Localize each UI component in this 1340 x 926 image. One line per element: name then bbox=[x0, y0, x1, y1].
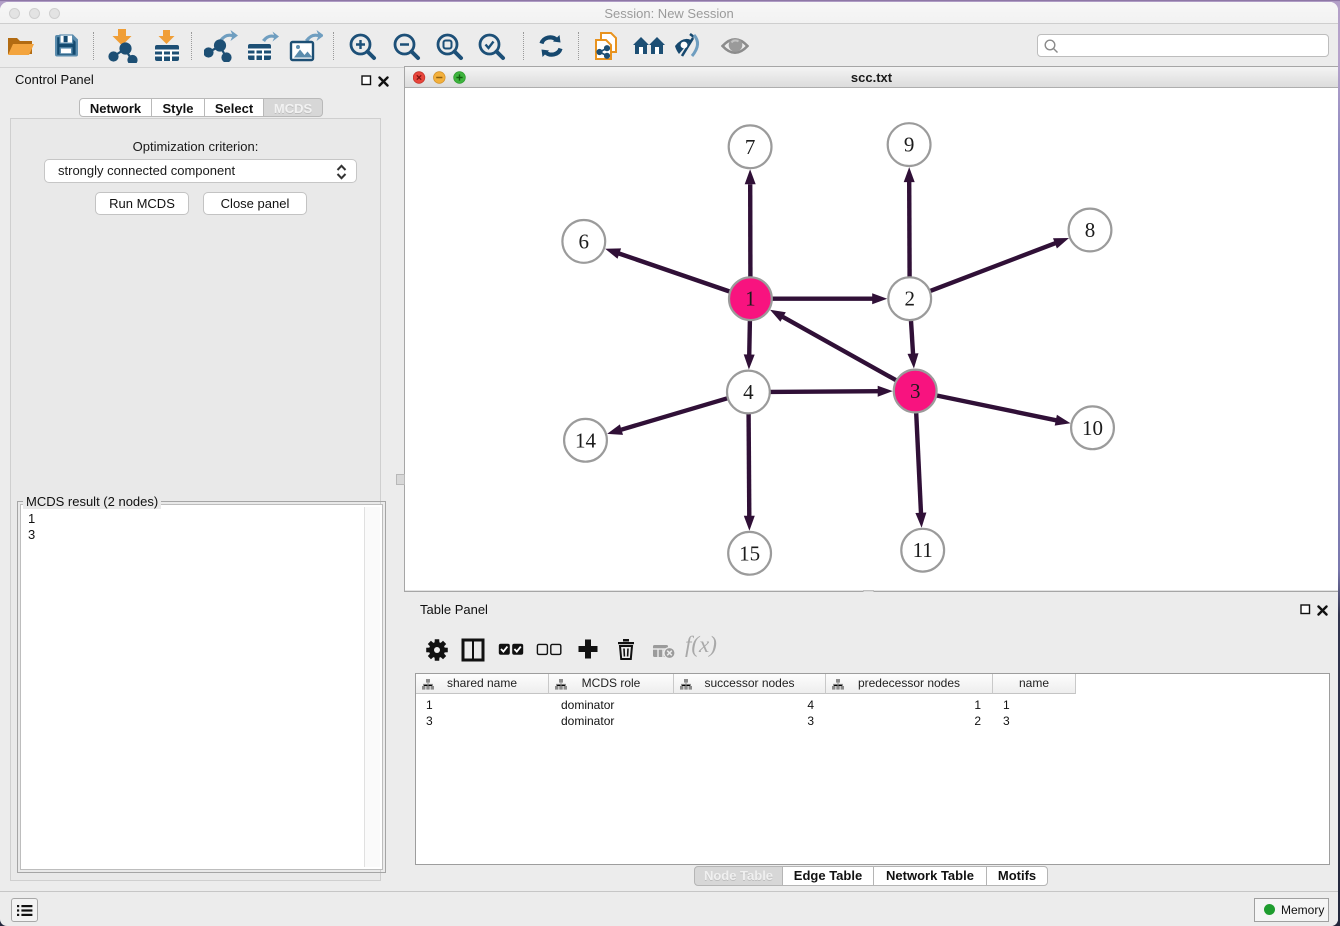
svg-text:7: 7 bbox=[745, 135, 756, 159]
svg-text:4: 4 bbox=[743, 380, 754, 404]
svg-text:1: 1 bbox=[745, 287, 756, 311]
svg-text:9: 9 bbox=[904, 133, 915, 157]
svg-text:11: 11 bbox=[913, 538, 933, 562]
svg-text:14: 14 bbox=[575, 428, 597, 452]
svg-text:6: 6 bbox=[579, 229, 590, 253]
svg-text:15: 15 bbox=[739, 541, 760, 565]
svg-text:10: 10 bbox=[1082, 416, 1103, 440]
svg-text:8: 8 bbox=[1085, 218, 1096, 242]
svg-text:3: 3 bbox=[910, 379, 921, 403]
svg-text:2: 2 bbox=[904, 287, 915, 311]
